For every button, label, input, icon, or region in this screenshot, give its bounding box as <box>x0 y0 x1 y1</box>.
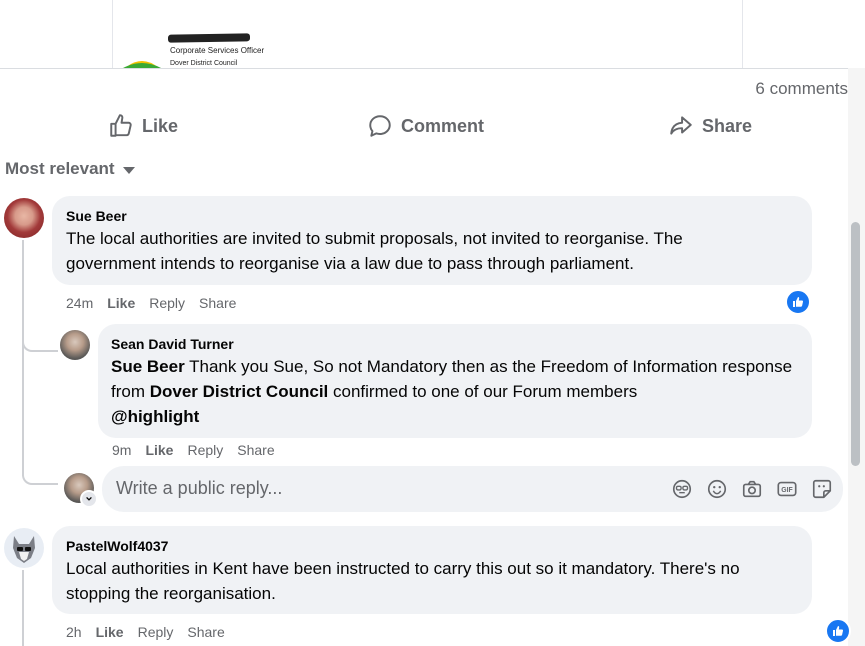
comment-button[interactable]: Comment <box>367 113 484 139</box>
caret-down-icon <box>122 167 135 174</box>
council-logo-icon <box>123 61 161 68</box>
comment-bubble: PastelWolf4037 Local authorities in Kent… <box>52 526 812 614</box>
attachment-divider <box>112 0 113 68</box>
page-edge <box>850 0 865 68</box>
reaction-like-icon[interactable] <box>785 289 811 315</box>
comment-sort-dropdown[interactable]: Most relevant <box>5 159 135 179</box>
officer-title: Corporate Services Officer <box>170 46 265 55</box>
attachment-divider <box>742 0 743 68</box>
thread-connector <box>22 463 58 485</box>
reply-time[interactable]: 9m <box>112 442 131 458</box>
wolf-avatar-icon <box>13 536 35 563</box>
thread-line <box>22 570 24 646</box>
comment-text: The local authorities are invited to sub… <box>66 229 683 273</box>
reply-text-part: confirmed to one of our Forum members <box>328 382 638 401</box>
comment-share-button[interactable]: Share <box>199 295 236 311</box>
scrollbar-thumb[interactable] <box>851 222 860 466</box>
reply-toolbar: GIF <box>671 478 833 500</box>
reply-text: Sue Beer Thank you Sue, So not Mandatory… <box>111 354 801 429</box>
avatar[interactable] <box>4 528 44 568</box>
comment-meta: 24m Like Reply Share <box>66 295 236 311</box>
share-arrow-icon <box>670 116 692 135</box>
sticker-icon[interactable] <box>811 478 833 500</box>
redacted-signature <box>167 33 251 43</box>
camera-icon[interactable] <box>741 478 763 500</box>
comment-bubble-icon <box>369 115 391 137</box>
comments-count[interactable]: 6 comments <box>755 79 848 99</box>
account-switch-chevron-icon[interactable] <box>80 490 98 508</box>
comment-author[interactable]: PastelWolf4037 <box>66 538 168 554</box>
sort-label: Most relevant <box>5 159 115 178</box>
share-label: Share <box>702 115 753 136</box>
reply-share-button[interactable]: Share <box>237 442 274 458</box>
like-button[interactable]: Like <box>108 113 178 139</box>
comment-bubble: Sue Beer The local authorities are invit… <box>52 196 812 285</box>
post-attachment-image[interactable]: Corporate Services Officer Dover Distric… <box>0 0 850 69</box>
mention-link[interactable]: Sue Beer <box>111 357 185 376</box>
comment-label: Comment <box>401 115 485 136</box>
comment-like-button[interactable]: Like <box>107 295 135 311</box>
thumbs-up-icon <box>110 114 132 137</box>
comment-reply-button[interactable]: Reply <box>138 624 174 640</box>
officer-org: Dover District Council <box>170 60 238 67</box>
like-label: Like <box>142 115 179 136</box>
org-mention[interactable]: Dover District Council <box>150 382 329 401</box>
gif-icon[interactable]: GIF <box>776 478 798 500</box>
thread-line <box>22 240 24 476</box>
comment-text: Local authorities in Kent have been inst… <box>66 559 740 603</box>
comment-time[interactable]: 24m <box>66 295 93 311</box>
comment-meta: 2h Like Reply Share <box>66 624 225 640</box>
reply-reply-button[interactable]: Reply <box>187 442 223 458</box>
comment-author[interactable]: Sue Beer <box>66 208 127 224</box>
comment-like-button[interactable]: Like <box>96 624 124 640</box>
thread-connector <box>22 330 58 352</box>
reply-bubble: Sean David Turner Sue Beer Thank you Sue… <box>98 324 812 438</box>
reply-author[interactable]: Sean David Turner <box>111 336 234 352</box>
comment-share-button[interactable]: Share <box>187 624 224 640</box>
reply-like-button[interactable]: Like <box>145 442 173 458</box>
comment-reply-button[interactable]: Reply <box>149 295 185 311</box>
emoji-icon[interactable] <box>706 478 728 500</box>
highlight-tag[interactable]: @highlight <box>111 407 199 426</box>
reply-placeholder: Write a public reply... <box>116 478 283 498</box>
avatar[interactable] <box>4 198 44 238</box>
comment-time[interactable]: 2h <box>66 624 82 640</box>
reply-meta: 9m Like Reply Share <box>112 442 275 458</box>
avatar[interactable] <box>60 330 90 360</box>
svg-text:GIF: GIF <box>781 487 792 494</box>
share-button[interactable]: Share <box>668 113 752 139</box>
avatar-sticker-icon[interactable] <box>671 478 693 500</box>
reaction-like-icon[interactable] <box>825 618 851 644</box>
